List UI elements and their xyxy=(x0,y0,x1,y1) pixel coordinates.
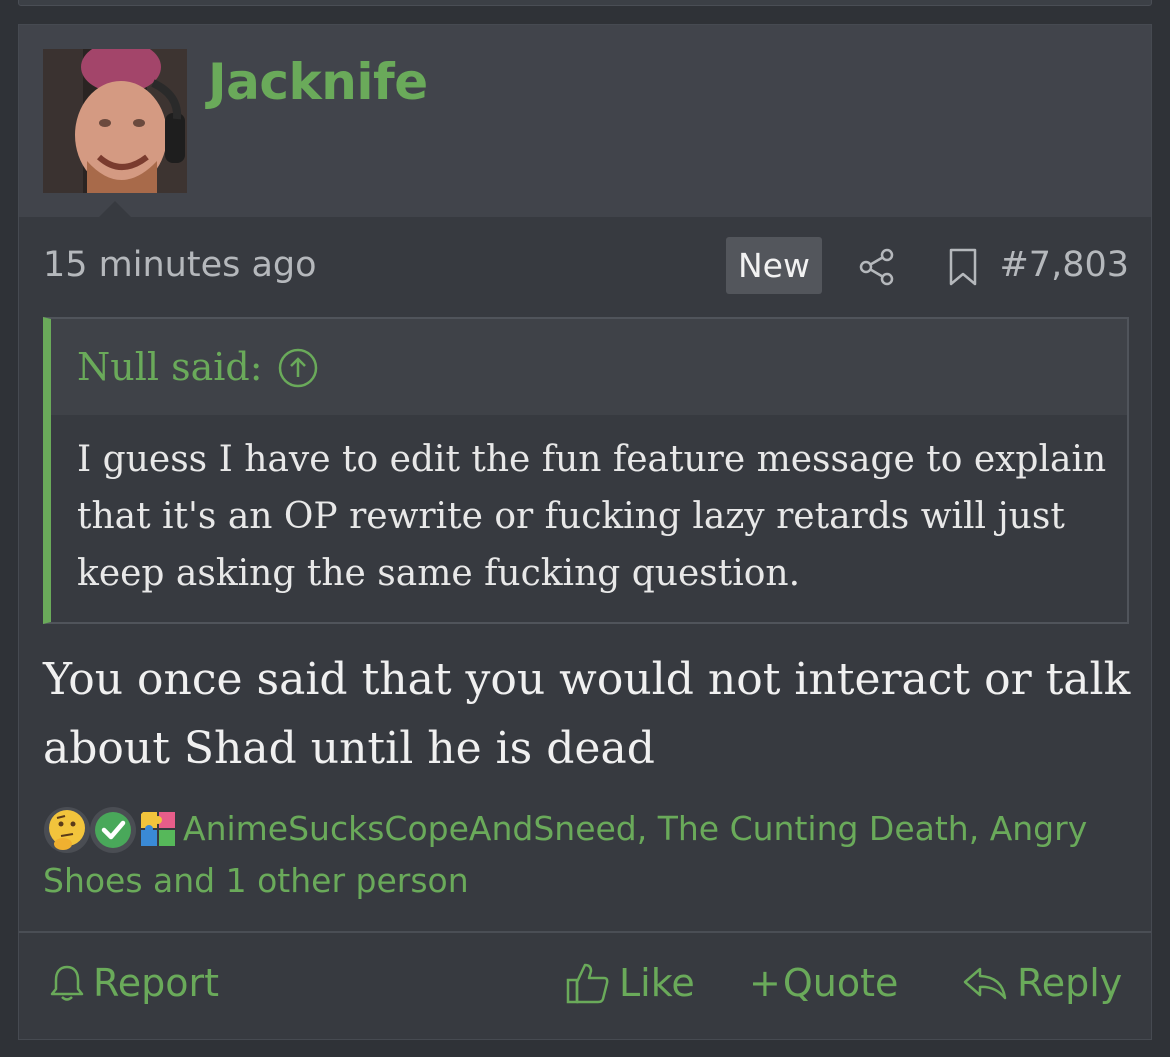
post-actions: Report Like + Quote Reply xyxy=(19,931,1151,1041)
quote-text: I guess I have to edit the fun feature m… xyxy=(77,439,1107,594)
like-button[interactable]: Like xyxy=(565,957,695,1009)
share-icon[interactable] xyxy=(857,247,897,287)
post-meta: 15 minutes ago New #7,803 xyxy=(43,237,1129,295)
arrow-up-circle-icon[interactable] xyxy=(277,347,319,389)
timestamp[interactable]: 15 minutes ago xyxy=(43,245,317,285)
avatar[interactable] xyxy=(43,49,187,193)
thinking-emoji-icon xyxy=(44,807,90,853)
previous-post-edge xyxy=(18,0,1152,6)
puzzle-icon xyxy=(141,812,175,846)
username[interactable]: Jacknife xyxy=(208,53,428,111)
report-button[interactable]: Report xyxy=(49,957,219,1009)
new-badge: New xyxy=(726,237,822,294)
message-body: You once said that you would not interac… xyxy=(43,654,1131,774)
reply-label: Reply xyxy=(1017,961,1123,1005)
like-label: Like xyxy=(619,961,695,1005)
quote-button[interactable]: + Quote xyxy=(749,957,898,1009)
report-label: Report xyxy=(93,961,219,1005)
forum-post: Jacknife 15 minutes ago New #7,803 Null … xyxy=(18,24,1152,1040)
thumbs-up-icon xyxy=(566,963,609,1004)
quote-header: Null said: xyxy=(51,319,1127,415)
reactions-bar[interactable]: AnimeSucksCopeAndSneed, The Cunting Deat… xyxy=(43,803,1133,907)
reaction-icons[interactable] xyxy=(43,803,183,855)
header-pointer xyxy=(99,201,131,217)
post-number[interactable]: #7,803 xyxy=(999,245,1129,285)
quote-author[interactable]: Null said: xyxy=(77,345,263,389)
checkmark-icon xyxy=(90,807,136,853)
quote-label: Quote xyxy=(782,961,899,1005)
bell-icon xyxy=(50,965,84,1001)
reply-icon xyxy=(963,967,1007,1000)
bookmark-icon[interactable] xyxy=(945,247,981,287)
quote-block: Null said: I guess I have to edit the fu… xyxy=(43,317,1129,624)
post-header: Jacknife xyxy=(19,25,1151,217)
reply-button[interactable]: Reply xyxy=(961,957,1122,1009)
plus-icon: + xyxy=(749,961,781,1005)
reaction-users[interactable]: AnimeSucksCopeAndSneed, The Cunting Deat… xyxy=(43,809,1087,900)
